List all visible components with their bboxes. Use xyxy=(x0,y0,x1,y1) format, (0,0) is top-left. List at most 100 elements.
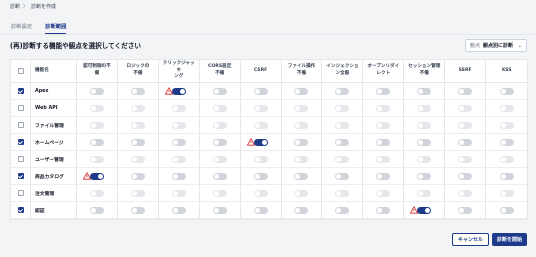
viewpoint-toggle[interactable] xyxy=(417,172,432,180)
toggle-cell xyxy=(117,117,159,134)
row-checkbox[interactable] xyxy=(17,207,24,213)
tab-diagnosis-settings[interactable]: 診断設定 xyxy=(11,22,32,34)
column-header-line: オープンリダイ xyxy=(367,64,400,70)
toggle-cell xyxy=(281,100,323,117)
viewpoint-toggle[interactable] xyxy=(376,206,391,214)
viewpoint-toggle[interactable] xyxy=(294,206,309,214)
toggle-cell xyxy=(445,185,487,202)
toggle-cell xyxy=(158,134,200,151)
row-checkbox[interactable] xyxy=(17,190,24,196)
viewpoint-toggle[interactable] xyxy=(212,138,227,146)
sort-select[interactable]: 観点 観点別に診断 ⌄ xyxy=(465,39,527,52)
viewpoint-toggle xyxy=(376,189,391,197)
column-header-line: レクト xyxy=(376,71,391,76)
toggle-cell xyxy=(117,100,159,117)
viewpoint-toggle[interactable] xyxy=(458,172,473,180)
toggle-cell xyxy=(199,168,241,185)
viewpoint-toggle[interactable] xyxy=(89,87,104,95)
viewpoint-toggle[interactable] xyxy=(212,206,227,214)
row-select-cell xyxy=(11,202,31,219)
viewpoint-toggle[interactable] xyxy=(130,138,145,146)
viewpoint-toggle[interactable] xyxy=(171,138,186,146)
toggle-cell xyxy=(158,202,200,219)
viewpoint-toggle[interactable] xyxy=(335,172,350,180)
start-diagnosis-button[interactable]: 診断を開始 xyxy=(492,233,527,246)
feature-name: ファイル管理 xyxy=(31,117,77,134)
viewpoint-toggle[interactable] xyxy=(253,138,268,146)
tab-diagnosis-scope[interactable]: 診断範囲 xyxy=(45,22,67,34)
column-header-line: 認可制御の不 xyxy=(83,64,111,70)
viewpoint-toggle[interactable] xyxy=(130,206,145,214)
viewpoint-toggle[interactable] xyxy=(130,87,145,95)
viewpoint-toggle[interactable] xyxy=(499,206,514,214)
toggle-cell xyxy=(158,151,200,168)
viewpoint-toggle[interactable] xyxy=(253,87,268,95)
viewpoint-toggle[interactable] xyxy=(458,87,473,95)
viewpoint-toggle[interactable] xyxy=(417,138,432,146)
viewpoint-toggle[interactable] xyxy=(89,172,104,180)
breadcrumb-root[interactable]: 診断 xyxy=(10,3,20,10)
select-all-checkbox[interactable] xyxy=(17,68,24,74)
toggle-cell xyxy=(240,151,282,168)
toggle-cell xyxy=(486,168,527,185)
viewpoint-toggle[interactable] xyxy=(212,87,227,95)
viewpoint-toggle[interactable] xyxy=(417,87,432,95)
column-header-line: クリックジャッキ xyxy=(162,60,195,73)
row-select-cell xyxy=(11,117,31,134)
row-checkbox[interactable] xyxy=(17,105,24,111)
viewpoint-toggle[interactable] xyxy=(417,206,432,214)
viewpoint-toggle[interactable] xyxy=(294,87,309,95)
cancel-button[interactable]: キャンセル xyxy=(452,233,489,246)
viewpoint-toggle[interactable] xyxy=(294,138,309,146)
viewpoint-toggle[interactable] xyxy=(89,206,104,214)
toggle-cell xyxy=(445,151,487,168)
viewpoint-toggle xyxy=(130,121,145,129)
toggle-cell xyxy=(322,134,364,151)
viewpoint-toggle[interactable] xyxy=(376,138,391,146)
viewpoint-toggle xyxy=(253,189,268,197)
viewpoint-toggle[interactable] xyxy=(294,172,309,180)
viewpoint-toggle xyxy=(376,121,391,129)
viewpoint-toggle[interactable] xyxy=(458,138,473,146)
column-header-label: ロジックの 不備 xyxy=(126,64,149,78)
viewpoint-toggle xyxy=(376,155,391,163)
viewpoint-toggle[interactable] xyxy=(499,138,514,146)
toggle-cell xyxy=(486,100,527,117)
viewpoint-toggle[interactable] xyxy=(335,138,350,146)
row-checkbox[interactable] xyxy=(17,88,24,94)
row-select-cell xyxy=(11,134,31,151)
viewpoint-toggle[interactable] xyxy=(253,206,268,214)
toggle-cell xyxy=(404,185,446,202)
row-checkbox[interactable] xyxy=(17,139,24,145)
viewpoint-toggle[interactable] xyxy=(212,172,227,180)
row-checkbox[interactable] xyxy=(17,122,24,128)
viewpoint-toggle[interactable] xyxy=(171,206,186,214)
viewpoint-toggle[interactable] xyxy=(499,172,514,180)
viewpoint-toggle[interactable] xyxy=(130,172,145,180)
viewpoint-toggle[interactable] xyxy=(499,87,514,95)
viewpoint-toggle[interactable] xyxy=(458,206,473,214)
toggle-cell xyxy=(363,83,405,100)
toggle-cell xyxy=(322,202,364,219)
column-header: オープンリダイ レクト xyxy=(363,60,405,83)
viewpoint-toggle[interactable] xyxy=(171,172,186,180)
row-checkbox[interactable] xyxy=(17,173,24,179)
feature-name: ホームページ xyxy=(31,134,77,151)
viewpoint-toggle[interactable] xyxy=(376,87,391,95)
toggle-cell xyxy=(240,134,282,151)
viewpoint-toggle[interactable] xyxy=(376,172,391,180)
viewpoint-toggle[interactable] xyxy=(89,138,104,146)
column-header: クリックジャッキ ング xyxy=(158,60,200,83)
row-select-cell xyxy=(11,185,31,202)
viewpoint-toggle[interactable] xyxy=(253,172,268,180)
viewpoint-toggle[interactable] xyxy=(171,87,186,95)
toggle-cell xyxy=(281,168,323,185)
viewpoint-toggle[interactable] xyxy=(335,87,350,95)
toggle-cell xyxy=(486,151,527,168)
toggle-cell xyxy=(486,134,527,151)
toggle-cell xyxy=(199,117,241,134)
row-checkbox[interactable] xyxy=(17,156,24,162)
toggle-cell xyxy=(117,134,159,151)
viewpoint-toggle[interactable] xyxy=(335,206,350,214)
viewpoint-toggle xyxy=(458,104,473,112)
